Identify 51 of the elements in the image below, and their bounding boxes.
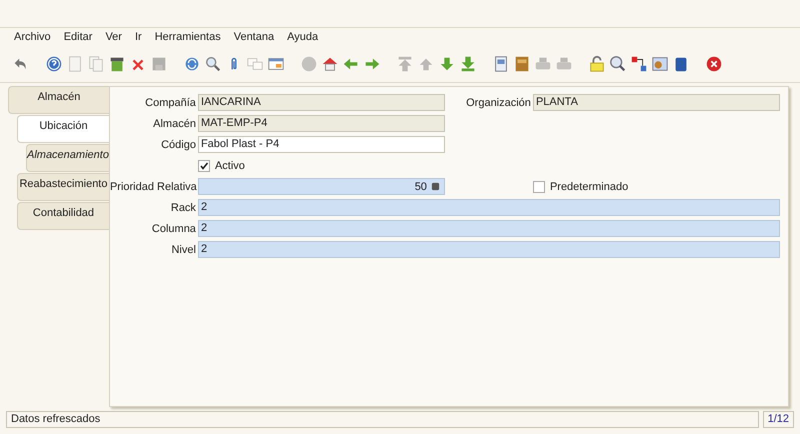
field-label: Código [160,138,196,150]
tab[interactable]: Reabastecimiento [17,173,109,201]
menu-item[interactable]: Herramientas [154,31,221,43]
field-label: Compañía [144,96,196,108]
number-field[interactable]: 50 [198,178,445,195]
image-icon[interactable] [651,55,669,73]
field-label: Prioridad Relativa [110,180,196,192]
report-icon[interactable] [492,55,510,73]
save-icon[interactable] [150,55,168,73]
menu-item[interactable]: Ventana [234,31,274,43]
field-label: Organización [465,96,531,108]
down-icon[interactable] [438,55,456,73]
menu-item[interactable]: Ayuda [287,31,318,43]
input-field[interactable]: IANCARINA [198,94,445,111]
checkbox[interactable] [532,180,545,192]
field-label: Nivel [170,244,196,256]
input-field[interactable]: 2 [198,220,780,237]
grid-icon[interactable] [267,55,285,73]
field-label: Rack [170,202,196,214]
archive-icon[interactable] [513,55,531,73]
calculator-icon[interactable] [430,182,440,191]
field-label: Almacén [152,118,196,130]
tab[interactable]: Almacén [8,86,109,114]
checkbox[interactable] [198,160,210,172]
input-field[interactable]: 2 [198,199,780,216]
search-icon[interactable] [204,55,222,73]
status-message: Datos refrescados [6,411,759,428]
input-field[interactable]: 2 [198,241,780,258]
checkbox-label: Activo [214,160,245,172]
menu-item[interactable]: Editar [64,31,92,43]
refresh-icon[interactable] [183,55,201,73]
tab[interactable]: Ubicación [17,115,109,143]
input-field[interactable]: PLANTA [532,94,780,111]
menu-item[interactable]: Archivo [14,31,51,43]
workflow-icon[interactable] [630,55,648,73]
help-icon[interactable] [45,55,63,73]
input-field[interactable]: MAT-EMP-P4 [198,115,445,132]
last-icon[interactable] [459,55,477,73]
menu-item[interactable]: Ir [134,31,142,43]
menu-item[interactable]: Ver [105,31,122,43]
lock-icon[interactable] [588,55,606,73]
trash-bin-icon[interactable] [108,55,126,73]
home-icon[interactable] [321,55,339,73]
tab[interactable]: Contabilidad [17,202,109,230]
tab[interactable]: Almacenamiento [26,144,109,172]
close-icon[interactable] [705,55,723,73]
record-counter: 1/12 [762,411,794,428]
zoom-icon[interactable] [609,55,627,73]
input-field[interactable]: Fabol Plast - P4 [198,136,445,153]
checkbox-label: Predeterminado [550,180,628,192]
field-label: Columna [150,222,196,234]
